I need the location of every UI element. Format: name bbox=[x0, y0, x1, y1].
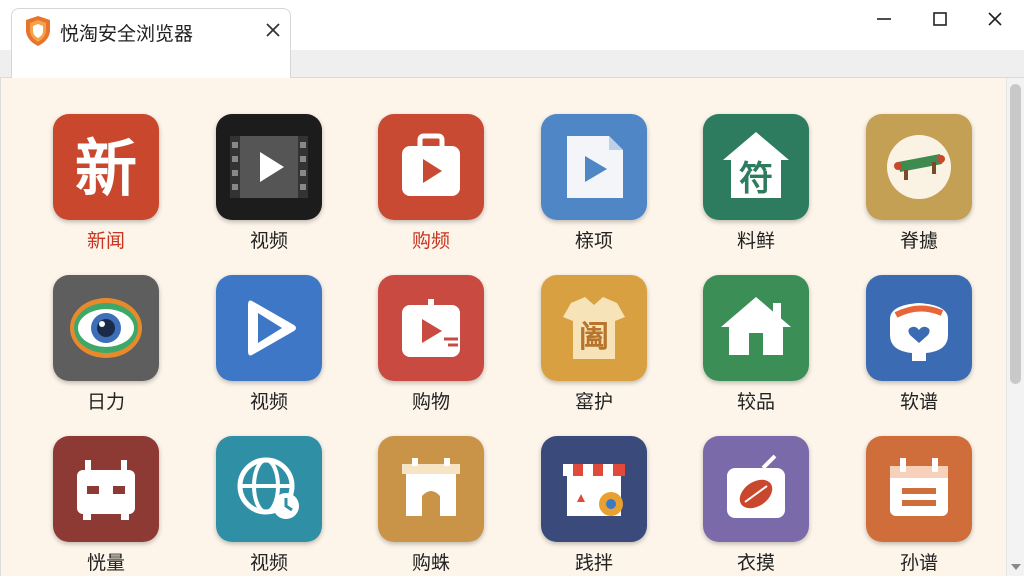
svg-text:阖: 阖 bbox=[579, 320, 609, 355]
app-tile[interactable]: 脊攄 bbox=[854, 114, 984, 264]
app-tile[interactable]: 视频 bbox=[204, 114, 334, 264]
shirt-char-icon: 阖 bbox=[541, 275, 647, 381]
close-window-button[interactable] bbox=[975, 4, 1015, 34]
tab-active[interactable]: 悦淘安全浏览器 bbox=[11, 8, 291, 78]
shop-gear-icon bbox=[541, 436, 647, 542]
close-icon bbox=[988, 12, 1002, 26]
app-tile[interactable]: 购频 bbox=[366, 114, 496, 264]
app-tile[interactable]: 软谱 bbox=[854, 275, 984, 425]
app-tile[interactable]: 购蛛 bbox=[366, 436, 496, 576]
content-area: 新 新闻 视频 购频 榇项 符 料鲜 脊攄 日力 视频 购物 阖 窰护 较品 软… bbox=[0, 78, 1006, 576]
film-play-icon bbox=[216, 114, 322, 220]
gift-play-icon bbox=[378, 275, 484, 381]
app-label: 践拌 bbox=[574, 552, 613, 574]
app-label: 窰护 bbox=[574, 391, 613, 413]
calendar-box-icon bbox=[53, 436, 159, 542]
app-tile[interactable]: 践拌 bbox=[529, 436, 659, 576]
eye-icon bbox=[53, 275, 159, 381]
svg-text:新: 新 bbox=[75, 132, 137, 205]
minimize-icon bbox=[877, 18, 891, 20]
vertical-scrollbar[interactable] bbox=[1006, 78, 1024, 576]
app-tile[interactable]: 榇项 bbox=[529, 114, 659, 264]
app-label: 榇项 bbox=[574, 230, 613, 252]
app-tile[interactable]: 购物 bbox=[366, 275, 496, 425]
app-label: 较品 bbox=[736, 391, 775, 413]
play-triangle-icon bbox=[216, 275, 322, 381]
document-play-icon bbox=[541, 114, 647, 220]
app-label: 视频 bbox=[249, 391, 288, 413]
scrollbar-thumb[interactable] bbox=[1010, 84, 1021, 384]
app-label: 购蛛 bbox=[411, 552, 450, 574]
food-plate-icon bbox=[866, 114, 972, 220]
app-tile[interactable]: 日力 bbox=[41, 275, 171, 425]
news-char-icon: 新 bbox=[53, 114, 159, 220]
globe-clock-icon bbox=[216, 436, 322, 542]
app-tile[interactable]: 符 料鲜 bbox=[691, 114, 821, 264]
tab-title: 悦淘安全浏览器 bbox=[60, 23, 194, 45]
app-label: 视频 bbox=[249, 230, 288, 252]
house-icon bbox=[703, 275, 809, 381]
app-tile[interactable]: 较品 bbox=[691, 275, 821, 425]
minimize-button[interactable] bbox=[864, 4, 904, 34]
scroll-down-arrow-icon[interactable] bbox=[1011, 564, 1021, 570]
app-label: 购频 bbox=[411, 230, 450, 252]
bag-leaf-icon bbox=[703, 436, 809, 542]
app-tile[interactable]: 视频 bbox=[204, 275, 334, 425]
app-label: 新闻 bbox=[86, 230, 125, 252]
app-tile[interactable]: 孙谱 bbox=[854, 436, 984, 576]
tab-close-icon[interactable] bbox=[262, 19, 284, 41]
app-label: 衣摸 bbox=[736, 552, 775, 574]
bowl-heart-icon bbox=[866, 275, 972, 381]
house-char-icon: 符 bbox=[703, 114, 809, 220]
app-label: 日力 bbox=[86, 391, 125, 413]
app-tile[interactable]: 视频 bbox=[204, 436, 334, 576]
app-tile[interactable]: 阖 窰护 bbox=[529, 275, 659, 425]
app-label: 脊攄 bbox=[899, 230, 938, 252]
app-label: 料鲜 bbox=[736, 230, 775, 252]
shield-logo-icon bbox=[24, 15, 52, 47]
store-arch-icon bbox=[378, 436, 484, 542]
app-label: 购物 bbox=[411, 391, 450, 413]
app-label: 恍量 bbox=[86, 552, 125, 574]
app-tile[interactable]: 恍量 bbox=[41, 436, 171, 576]
app-tile[interactable]: 新 新闻 bbox=[41, 114, 171, 264]
calendar-icon bbox=[866, 436, 972, 542]
maximize-icon bbox=[933, 12, 947, 26]
app-label: 软谱 bbox=[899, 391, 938, 413]
browser-window: 悦淘安全浏览器 新 新闻 视频 购频 榇项 符 料鲜 脊攄 日力 视频 购物 阖… bbox=[0, 0, 1024, 576]
app-label: 视频 bbox=[249, 552, 288, 574]
maximize-button[interactable] bbox=[920, 4, 960, 34]
bag-play-icon bbox=[378, 114, 484, 220]
app-label: 孙谱 bbox=[899, 552, 938, 574]
svg-text:符: 符 bbox=[739, 159, 773, 199]
app-tile[interactable]: 衣摸 bbox=[691, 436, 821, 576]
